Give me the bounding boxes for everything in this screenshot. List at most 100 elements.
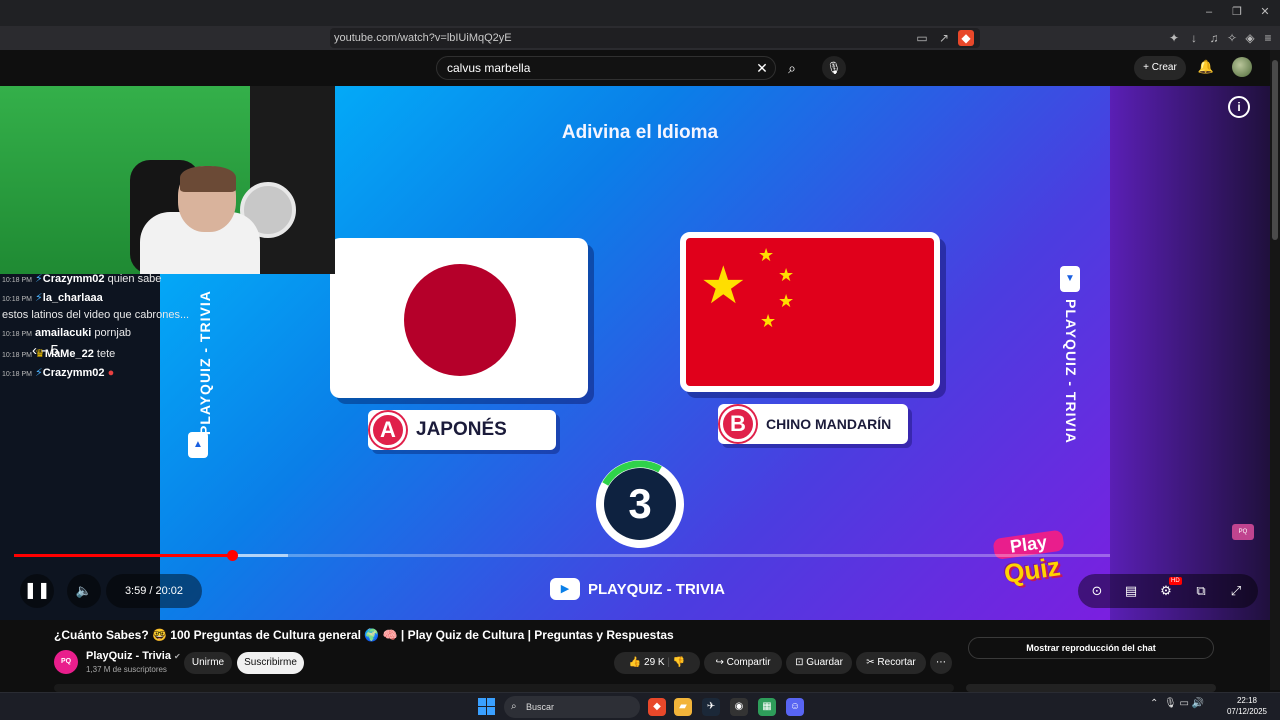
thumbs-down-icon[interactable]: 👎	[673, 657, 685, 668]
quiz-title: Adivina el Idioma	[561, 122, 719, 143]
video-title: ¿Cuánto Sabes? 🤓 100 Preguntas de Cultur…	[54, 628, 674, 642]
down-arrow-icon: ▼	[1060, 266, 1080, 292]
taskbar-clock[interactable]: 22:18 07/12/2025	[1222, 695, 1272, 717]
notifications-bell-icon[interactable]: 🔔	[1197, 58, 1215, 76]
microphone-icon[interactable]: 🎙	[822, 56, 846, 80]
channel-name[interactable]: PlayQuiz - Trivia ✔	[86, 650, 181, 662]
like-button[interactable]: 👍 29 K | 👎	[614, 652, 700, 674]
played-bar	[14, 554, 233, 557]
option-b-label[interactable]: B CHINO MANDARÍN	[718, 404, 908, 444]
user-avatar[interactable]	[1232, 57, 1252, 77]
channel-avatar[interactable]: PQ	[54, 650, 78, 674]
option-a-letter: A	[370, 412, 406, 448]
maximize-button[interactable]: ❐	[1230, 5, 1244, 19]
miniplayer-icon[interactable]: ⧉	[1184, 574, 1218, 608]
chevron-left-icon: ‹	[32, 342, 42, 359]
scrollbar-thumb[interactable]	[1272, 60, 1278, 240]
join-button[interactable]: Unirme	[184, 652, 232, 674]
obs-icon[interactable]: ◉	[730, 698, 748, 716]
search-icon[interactable]: ⌕	[780, 56, 804, 80]
share-label: Compartir	[726, 657, 771, 668]
search-icon: ⌕	[511, 701, 517, 712]
taskbar-search[interactable]: ⌕ Buscar	[504, 696, 640, 718]
channel-watermark[interactable]: PQ	[1232, 524, 1254, 540]
show-chat-replay-button[interactable]: Mostrar reproducción del chat	[968, 637, 1214, 659]
right-controls: ⊙ ▤ ⚙ HD ⧉ ⤢	[1078, 574, 1258, 608]
up-arrow-icon: ▲	[188, 432, 208, 458]
page-scrollbar[interactable]	[1270, 50, 1280, 690]
download-icon[interactable]: ↓	[1186, 30, 1202, 46]
progress-bar[interactable]	[14, 550, 1110, 561]
clock-date: 07/12/2025	[1226, 707, 1268, 716]
share-button[interactable]: ↪ Compartir	[704, 652, 782, 674]
mic-tray-icon: 🎙	[1163, 698, 1177, 709]
clear-search-icon[interactable]: ✕	[754, 60, 770, 76]
chevron-up-icon: ⌃	[1150, 698, 1159, 709]
volume-icon[interactable]: 🔈	[67, 574, 101, 608]
menu-icon[interactable]: ≡	[1260, 30, 1276, 46]
option-a-text: JAPONÉS	[416, 419, 507, 440]
fullscreen-icon[interactable]: ⤢	[1219, 574, 1253, 608]
extensions-icon[interactable]: ✦	[1166, 30, 1182, 46]
hd-badge: HD	[1169, 577, 1182, 585]
video-player[interactable]: Adivina el Idioma ★ ★ ★ ★ ★ A JAPONÉS B …	[0, 86, 1280, 620]
option-b-letter: B	[720, 406, 756, 442]
streamer-hair	[180, 166, 236, 192]
close-window-button[interactable]: ✕	[1258, 5, 1272, 19]
app-icon[interactable]: ▦	[758, 698, 776, 716]
share-page-icon[interactable]: ↗	[936, 30, 952, 46]
subtitles-icon[interactable]: ▤	[1114, 574, 1148, 608]
settings-gear-icon[interactable]: ⚙ HD	[1149, 574, 1183, 608]
save-button[interactable]: ⊡ Guardar	[786, 652, 852, 674]
plus-icon: +	[1143, 62, 1152, 73]
system-tray[interactable]: ⌃ 🎙 ▭ 🔊	[1150, 698, 1220, 716]
minimize-button[interactable]: –	[1202, 5, 1216, 19]
discord-icon[interactable]: ☺	[786, 698, 804, 716]
big-star-icon: ★	[700, 257, 747, 315]
scissors-icon: ✂	[866, 657, 878, 668]
file-explorer-icon[interactable]: ▰	[674, 698, 692, 716]
windows-start-icon[interactable]	[478, 698, 496, 716]
ai-icon[interactable]: ✧	[1224, 30, 1240, 46]
option-a-label[interactable]: A JAPONÉS	[368, 410, 556, 450]
vpn-icon[interactable]: ◈	[1242, 30, 1258, 46]
thumbs-up-icon: 👍	[628, 657, 645, 668]
create-button[interactable]: + Crear	[1134, 56, 1186, 80]
pause-button[interactable]: ❚❚	[20, 574, 54, 608]
right-banner-text: PLAYQUIZ - TRIVIA	[1063, 299, 1079, 444]
like-count: 29 K	[644, 657, 665, 668]
screen-icon[interactable]: ▭	[914, 30, 930, 46]
small-star-icon: ★	[760, 311, 777, 331]
brave-browser-icon[interactable]: ◆	[648, 698, 666, 716]
option-b-text: CHINO MANDARÍN	[766, 416, 892, 432]
chat-message: estos latinos del video que cabrones...	[2, 309, 190, 321]
chat-message: 10:18 PM ⚡la_charlaaa	[2, 292, 103, 304]
japan-flag-circle	[404, 264, 516, 376]
autoplay-toggle[interactable]: ⊙	[1080, 574, 1114, 608]
brave-shield-icon[interactable]: ◆	[958, 30, 974, 46]
media-icon[interactable]: ♫	[1206, 30, 1222, 46]
subscribe-button[interactable]: Suscribirme	[237, 652, 304, 674]
japan-flag	[330, 238, 588, 398]
network-icon: ▭	[1179, 698, 1189, 709]
search-input[interactable]: calvus marbella	[436, 56, 776, 80]
chat-message: 10:18 PM ⚡Crazymm02 ●	[2, 367, 115, 379]
right-side-banner: ▼ PLAYQUIZ - TRIVIA	[1060, 266, 1084, 446]
related-chips[interactable]	[966, 684, 1216, 692]
small-star-icon: ★	[778, 265, 795, 285]
mouse-cursor	[764, 416, 772, 428]
info-icon[interactable]: i	[1228, 96, 1250, 118]
url-field[interactable]: youtube.com/watch?v=lbIUiMqQ2yE	[330, 28, 980, 48]
more-options-icon[interactable]: ⋯	[930, 652, 952, 674]
player-right-area	[1110, 86, 1280, 620]
steam-icon[interactable]: ✈	[702, 698, 720, 716]
channel-name-text: PlayQuiz - Trivia	[86, 650, 171, 662]
player-controls: ❚❚ 🔈 3:59 / 20:02 ⊙ ▤ ⚙ HD ⧉ ⤢	[0, 566, 1280, 614]
chat-overlay: 10:18 PM ⚡Crazymm02 quien sabe 10:18 PM …	[0, 272, 200, 392]
clock-time: 22:18	[1236, 696, 1258, 705]
time-display: 3:59 / 20:02	[106, 574, 202, 608]
share-icon: ↪	[715, 657, 727, 668]
clip-button[interactable]: ✂ Recortar	[856, 652, 926, 674]
small-star-icon: ★	[778, 291, 795, 311]
taskbar-search-label: Buscar	[526, 702, 555, 712]
